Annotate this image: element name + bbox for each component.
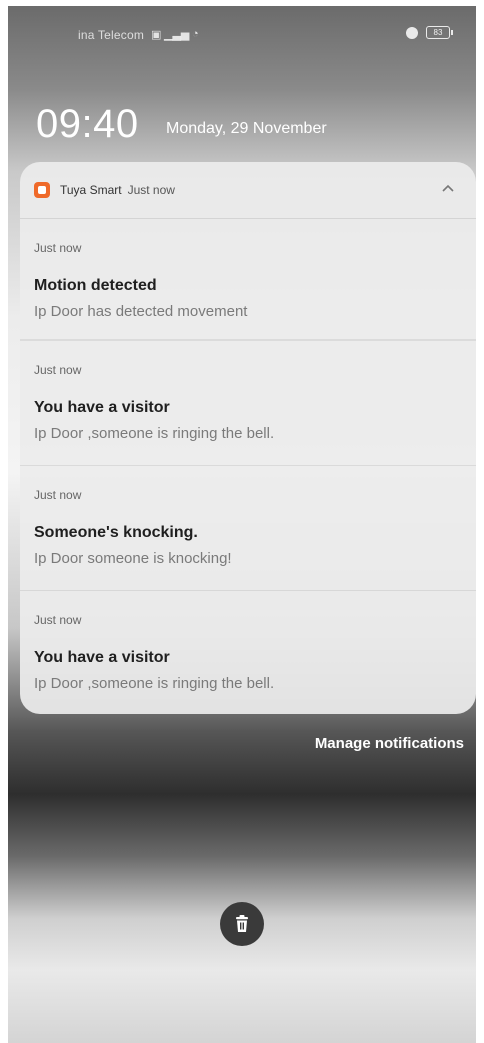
- carrier-label: ina Telecom: [78, 28, 145, 42]
- notification-body: Ip Door ,someone is ringing the bell.: [34, 425, 275, 442]
- notification-title: Motion detected: [34, 277, 157, 294]
- status-bar: ina Telecom ▣ ▁▃▅ ◔ 83: [8, 6, 476, 62]
- notification-time: Just now: [34, 488, 82, 502]
- notification-time: Just now: [34, 363, 82, 377]
- wifi-icon: ◔: [192, 28, 199, 40]
- sim-icon: ▣: [151, 29, 162, 41]
- notification-item[interactable]: Just now You have a visitor Ip Door ,som…: [20, 341, 476, 466]
- notification-time: Just now: [34, 613, 82, 627]
- notification-group-card[interactable]: Tuya Smart Just now Just now Motion dete…: [20, 162, 476, 714]
- notification-title: You have a visitor: [34, 649, 170, 666]
- chevron-up-icon[interactable]: [440, 180, 456, 196]
- tuya-app-icon: [34, 182, 50, 198]
- clock-time: 09:40: [36, 102, 139, 146]
- app-name: Tuya Smart: [60, 183, 122, 197]
- clock-date: Monday, 29 November: [166, 120, 327, 137]
- alarm-icon: [406, 26, 418, 39]
- notification-body: Ip Door has detected movement: [34, 303, 248, 320]
- group-time: Just now: [127, 183, 175, 197]
- clear-notifications-button[interactable]: [220, 902, 264, 946]
- notification-title: You have a visitor: [34, 399, 170, 416]
- signal-icon: ▁▃▅: [164, 29, 190, 41]
- notification-time: Just now: [34, 241, 82, 255]
- lock-screen: ina Telecom ▣ ▁▃▅ ◔ 83 09:40 Monday, 29 …: [8, 6, 476, 1043]
- notification-title: Someone's knocking.: [34, 524, 198, 541]
- notification-item[interactable]: Just now You have a visitor Ip Door ,som…: [20, 591, 476, 714]
- notification-item[interactable]: Just now Motion detected Ip Door has det…: [20, 219, 476, 341]
- notification-body: Ip Door ,someone is ringing the bell.: [34, 675, 275, 692]
- manage-notifications-button[interactable]: Manage notifications: [315, 735, 464, 752]
- trash-icon: [236, 915, 248, 932]
- notification-body: Ip Door someone is knocking!: [34, 550, 232, 567]
- battery-level: 83: [433, 28, 443, 37]
- notification-group-header[interactable]: Tuya Smart Just now: [20, 162, 476, 219]
- battery-icon: 83: [426, 26, 453, 39]
- status-right-icons: 83: [406, 26, 453, 39]
- notification-item[interactable]: Just now Someone's knocking. Ip Door som…: [20, 466, 476, 591]
